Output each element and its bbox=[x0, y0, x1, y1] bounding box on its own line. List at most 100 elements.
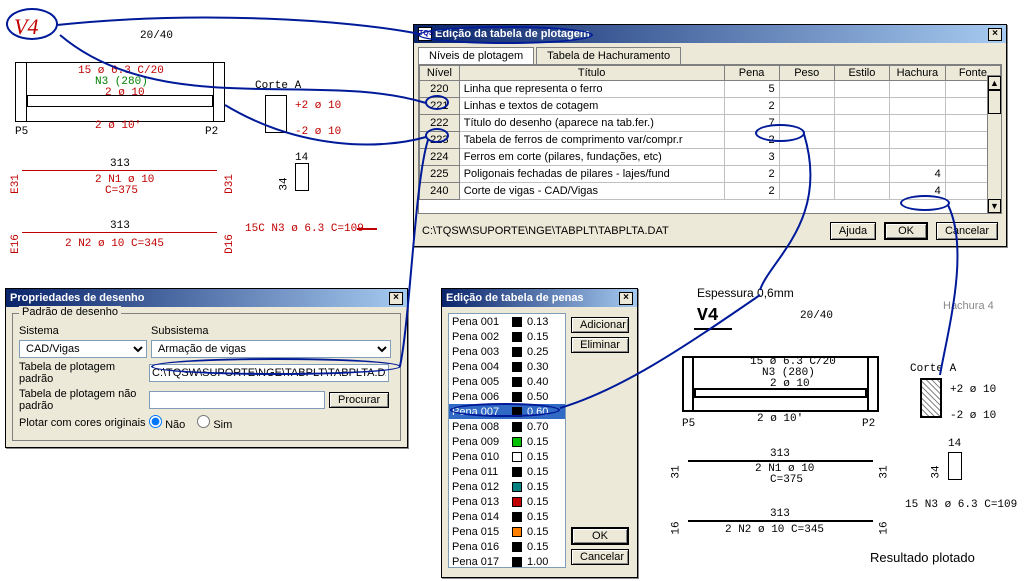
pen-row[interactable]: Pena 0090.15 bbox=[449, 434, 565, 449]
tab-nao-padrao-input[interactable] bbox=[149, 391, 325, 409]
cancel-button[interactable]: Cancelar bbox=[936, 222, 998, 240]
cell-peso[interactable] bbox=[779, 115, 834, 132]
cell-peso[interactable] bbox=[779, 166, 834, 183]
cell-pena[interactable]: 3 bbox=[724, 149, 779, 166]
cell-estilo[interactable] bbox=[834, 132, 889, 149]
col-peso[interactable]: Peso bbox=[779, 66, 834, 81]
scroll-up-icon[interactable]: ▲ bbox=[988, 76, 1001, 90]
table-row[interactable]: 225Poligonais fechadas de pilares - laje… bbox=[420, 166, 1001, 183]
close-icon[interactable]: × bbox=[988, 28, 1002, 41]
cell-peso[interactable] bbox=[779, 98, 834, 115]
pen-row[interactable]: Pena 0110.15 bbox=[449, 464, 565, 479]
cell-pena[interactable]: 2 bbox=[724, 183, 779, 200]
tab-niveis[interactable]: Níveis de plotagem bbox=[418, 47, 534, 64]
plot-scrollbar[interactable]: ▲ ▼ bbox=[987, 75, 1002, 214]
cell-estilo[interactable] bbox=[834, 98, 889, 115]
pen-row[interactable]: Pena 0150.15 bbox=[449, 524, 565, 539]
pen-row[interactable]: Pena 0030.25 bbox=[449, 344, 565, 359]
pen-row[interactable]: Pena 0010.13 bbox=[449, 314, 565, 329]
cell-nivel[interactable]: 240 bbox=[420, 183, 460, 200]
plot-grid[interactable]: Nível Título Pena Peso Estilo Hachura Fo… bbox=[418, 64, 1002, 214]
close-icon[interactable]: × bbox=[389, 292, 403, 305]
table-row[interactable]: 224Ferros em corte (pilares, fundações, … bbox=[420, 149, 1001, 166]
cell-titulo[interactable]: Poligonais fechadas de pilares - lajes/f… bbox=[459, 166, 724, 183]
cell-pena[interactable]: 2 bbox=[724, 132, 779, 149]
pen-ok-button[interactable]: OK bbox=[571, 527, 629, 545]
cell-pena[interactable]: 2 bbox=[724, 166, 779, 183]
col-pena[interactable]: Pena bbox=[724, 66, 779, 81]
pen-row[interactable]: Pena 0070.60 bbox=[449, 404, 565, 419]
cell-pena[interactable]: 7 bbox=[724, 115, 779, 132]
cell-estilo[interactable] bbox=[834, 183, 889, 200]
subsistema-select[interactable]: Armação de vigas bbox=[151, 340, 391, 358]
cell-nivel[interactable]: 222 bbox=[420, 115, 460, 132]
cell-estilo[interactable] bbox=[834, 81, 889, 98]
pen-row[interactable]: Pena 0020.15 bbox=[449, 329, 565, 344]
cell-estilo[interactable] bbox=[834, 115, 889, 132]
cell-titulo[interactable]: Tabela de ferros de comprimento var/comp… bbox=[459, 132, 724, 149]
radio-sim[interactable] bbox=[197, 415, 210, 428]
cell-nivel[interactable]: 225 bbox=[420, 166, 460, 183]
table-row[interactable]: 220Linha que representa o ferro5 bbox=[420, 81, 1001, 98]
plot-titlebar[interactable]: TQS Edição da tabela de plotagem × bbox=[414, 25, 1006, 43]
scroll-thumb[interactable] bbox=[988, 90, 1001, 114]
cell-hachura[interactable]: 4 bbox=[889, 166, 945, 183]
cell-titulo[interactable]: Título do desenho (aparece na tab.fer.) bbox=[459, 115, 724, 132]
pen-row[interactable]: Pena 0040.30 bbox=[449, 359, 565, 374]
table-row[interactable]: 222Título do desenho (aparece na tab.fer… bbox=[420, 115, 1001, 132]
sistema-select[interactable]: CAD/Vigas bbox=[19, 340, 147, 358]
add-pen-button[interactable]: Adicionar bbox=[571, 317, 629, 333]
radio-nao[interactable] bbox=[149, 415, 162, 428]
cell-peso[interactable] bbox=[779, 183, 834, 200]
pen-row[interactable]: Pena 0140.15 bbox=[449, 509, 565, 524]
cell-hachura[interactable] bbox=[889, 115, 945, 132]
cell-hachura[interactable] bbox=[889, 149, 945, 166]
procurar-button[interactable]: Procurar bbox=[329, 392, 389, 408]
close-icon[interactable]: × bbox=[619, 292, 633, 305]
col-nivel[interactable]: Nível bbox=[420, 66, 460, 81]
cell-hachura[interactable] bbox=[889, 81, 945, 98]
table-row[interactable]: 221Linhas e textos de cotagem2 bbox=[420, 98, 1001, 115]
cell-nivel[interactable]: 220 bbox=[420, 81, 460, 98]
pen-row[interactable]: Pena 0160.15 bbox=[449, 539, 565, 554]
del-pen-button[interactable]: Eliminar bbox=[571, 337, 629, 353]
pen-row[interactable]: Pena 0120.15 bbox=[449, 479, 565, 494]
pen-row[interactable]: Pena 0080.70 bbox=[449, 419, 565, 434]
table-row[interactable]: 240Corte de vigas - CAD/Vigas24 bbox=[420, 183, 1001, 200]
pen-cancel-button[interactable]: Cancelar bbox=[571, 549, 629, 565]
pen-row[interactable]: Pena 0130.15 bbox=[449, 494, 565, 509]
cell-peso[interactable] bbox=[779, 81, 834, 98]
cell-nivel[interactable]: 223 bbox=[420, 132, 460, 149]
radio-nao-label[interactable]: Não bbox=[149, 415, 185, 431]
pen-titlebar[interactable]: Edição de tabela de penas × bbox=[442, 289, 637, 307]
cell-nivel[interactable]: 224 bbox=[420, 149, 460, 166]
pen-row[interactable]: Pena 0050.40 bbox=[449, 374, 565, 389]
tab-hachuramento[interactable]: Tabela de Hachuramento bbox=[536, 47, 681, 64]
pen-row[interactable]: Pena 0060.50 bbox=[449, 389, 565, 404]
cell-peso[interactable] bbox=[779, 132, 834, 149]
pen-row[interactable]: Pena 0171.00 bbox=[449, 554, 565, 568]
cell-titulo[interactable]: Ferros em corte (pilares, fundações, etc… bbox=[459, 149, 724, 166]
cell-hachura[interactable] bbox=[889, 98, 945, 115]
cell-titulo[interactable]: Linha que representa o ferro bbox=[459, 81, 724, 98]
prop-titlebar[interactable]: Propriedades de desenho × bbox=[6, 289, 407, 307]
cell-nivel[interactable]: 221 bbox=[420, 98, 460, 115]
cell-pena[interactable]: 2 bbox=[724, 98, 779, 115]
radio-sim-label[interactable]: Sim bbox=[197, 415, 232, 431]
ok-button[interactable]: OK bbox=[884, 222, 928, 240]
cell-estilo[interactable] bbox=[834, 149, 889, 166]
col-hachura[interactable]: Hachura bbox=[889, 66, 945, 81]
scroll-down-icon[interactable]: ▼ bbox=[988, 199, 1001, 213]
col-titulo[interactable]: Título bbox=[459, 66, 724, 81]
table-row[interactable]: 223Tabela de ferros de comprimento var/c… bbox=[420, 132, 1001, 149]
tab-padrao-input[interactable] bbox=[149, 364, 389, 382]
cell-estilo[interactable] bbox=[834, 166, 889, 183]
pen-row[interactable]: Pena 0100.15 bbox=[449, 449, 565, 464]
cell-peso[interactable] bbox=[779, 149, 834, 166]
pen-listbox[interactable]: Pena 0010.13Pena 0020.15Pena 0030.25Pena… bbox=[448, 313, 566, 568]
help-button[interactable]: Ajuda bbox=[830, 222, 876, 240]
cell-hachura[interactable] bbox=[889, 132, 945, 149]
col-estilo[interactable]: Estilo bbox=[834, 66, 889, 81]
cell-titulo[interactable]: Linhas e textos de cotagem bbox=[459, 98, 724, 115]
cell-titulo[interactable]: Corte de vigas - CAD/Vigas bbox=[459, 183, 724, 200]
